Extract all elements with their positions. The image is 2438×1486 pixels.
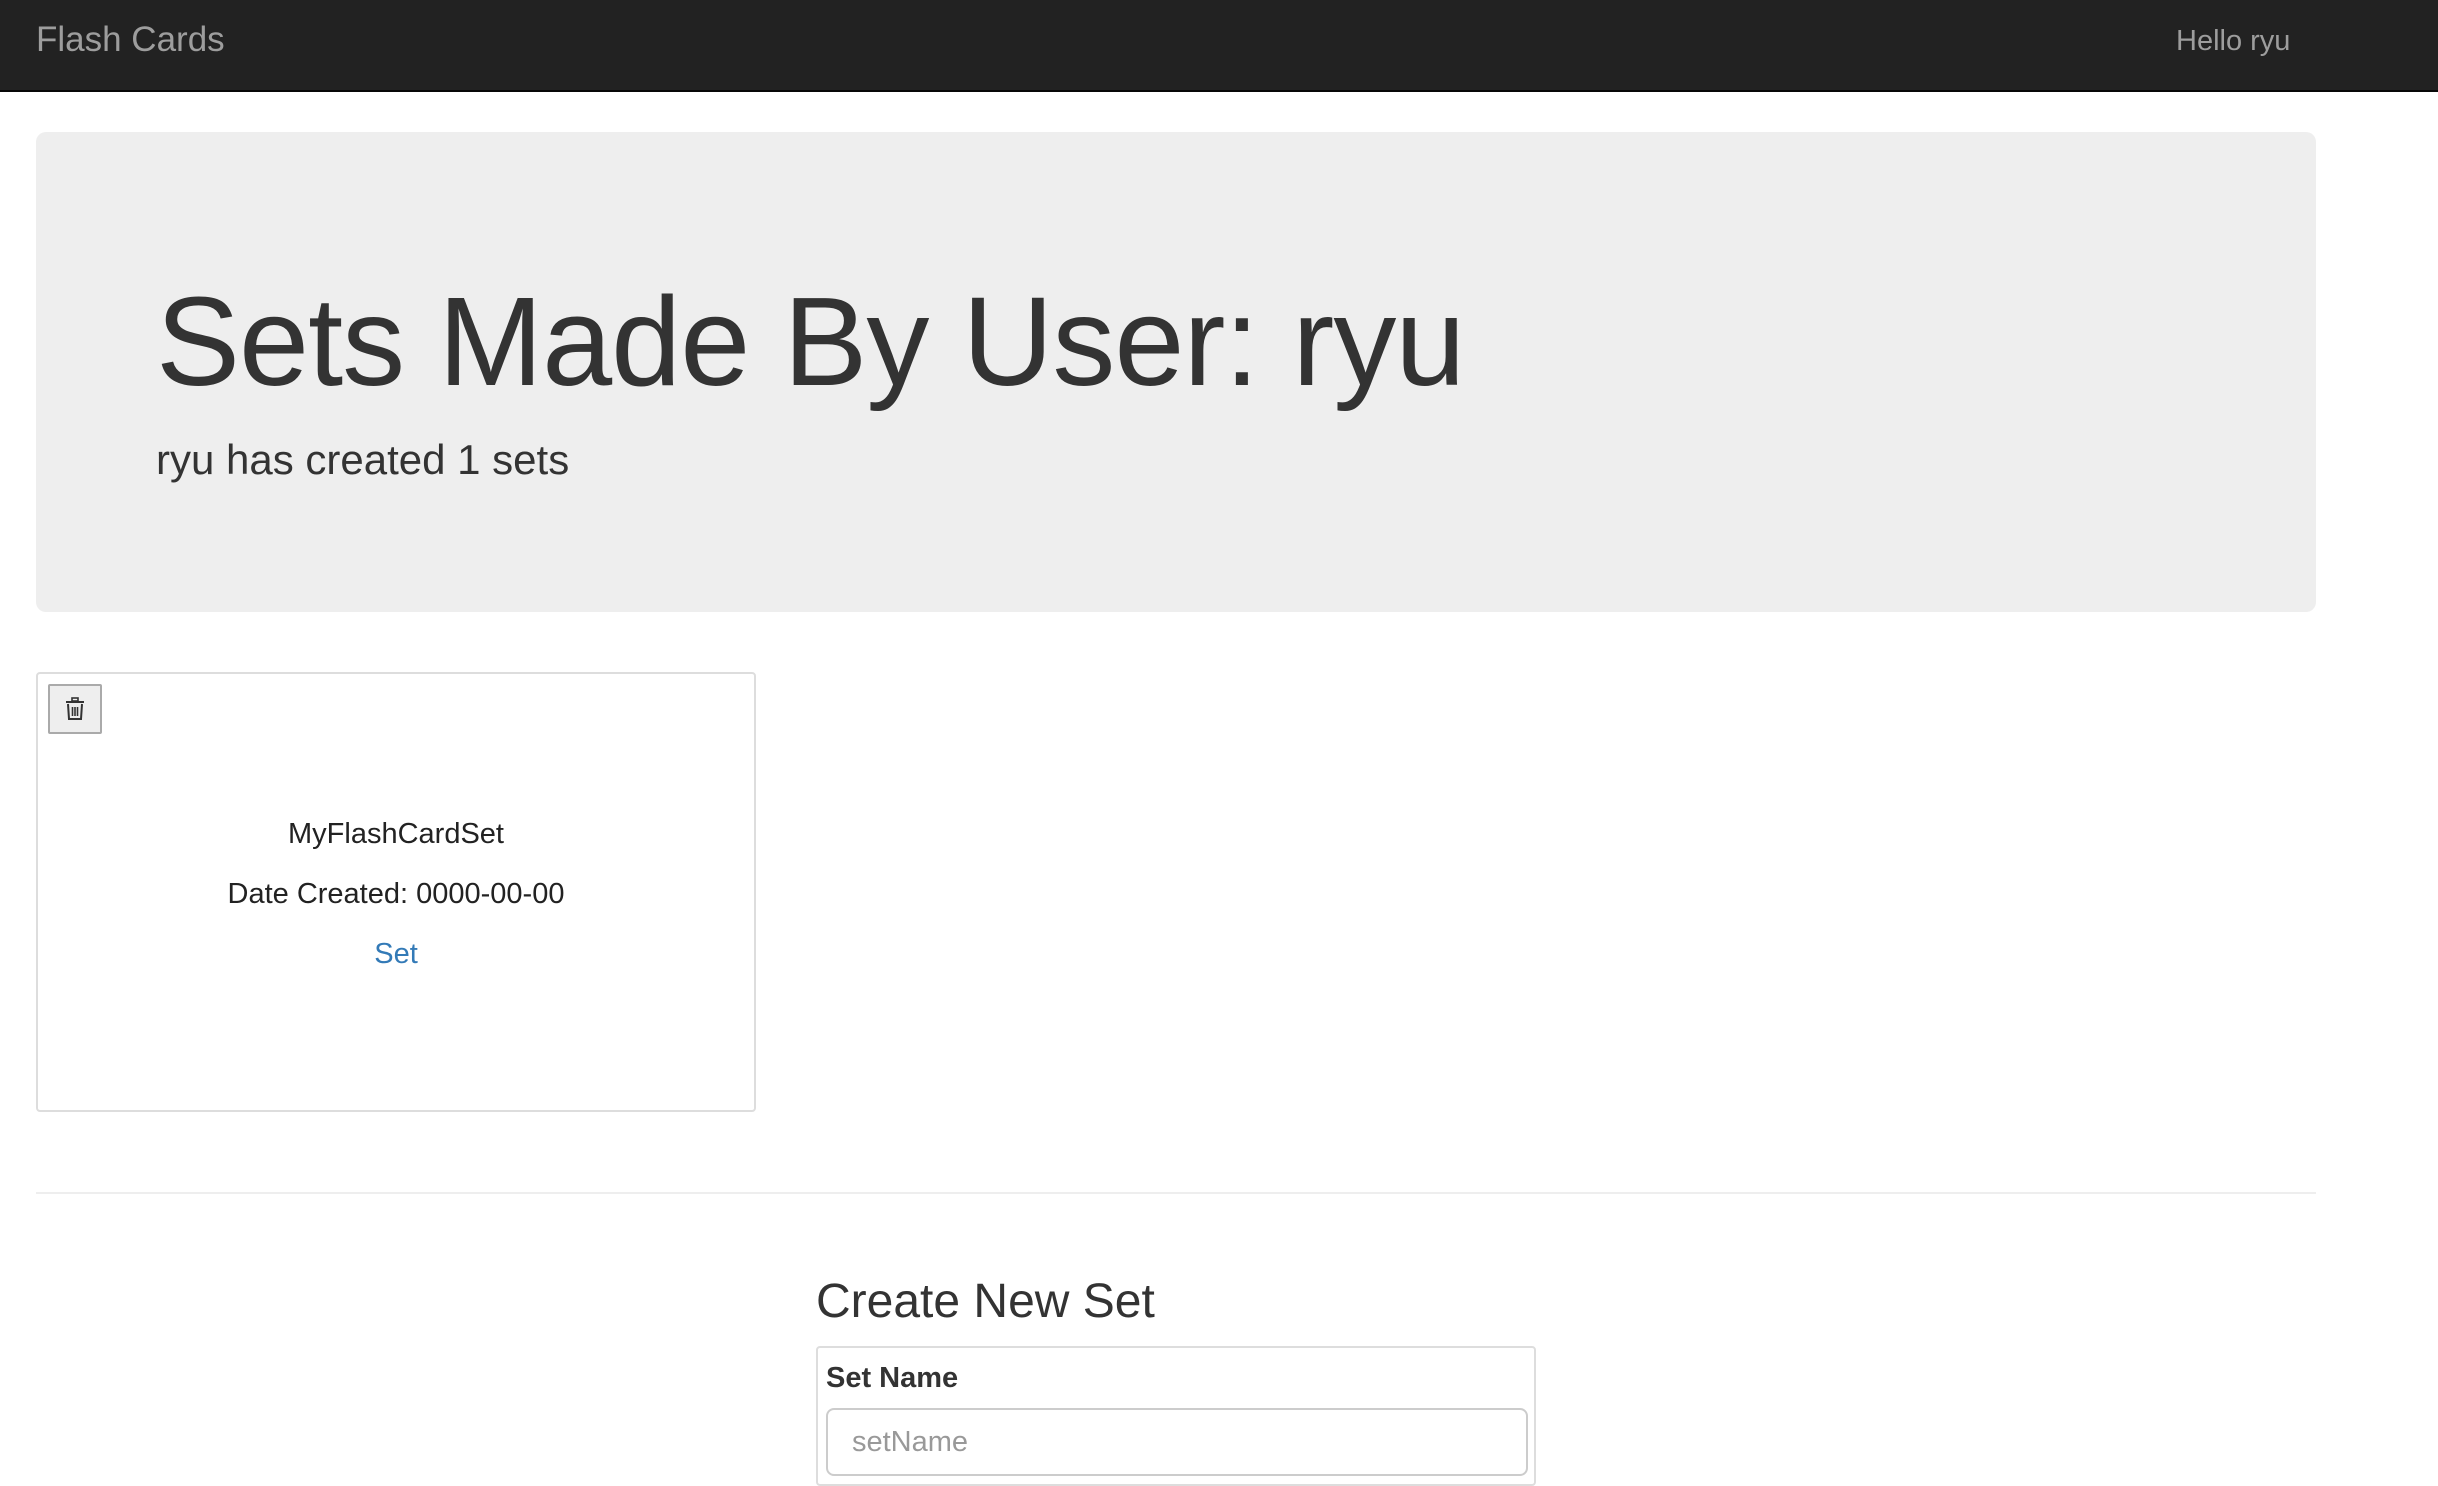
- set-name-input[interactable]: [826, 1408, 1528, 1476]
- open-set-link[interactable]: Set: [374, 938, 418, 970]
- brand-link[interactable]: Flash Cards: [36, 18, 225, 62]
- delete-set-button[interactable]: [48, 684, 102, 734]
- create-set-heading: Create New Set: [816, 1275, 1155, 1328]
- set-card-body: MyFlashCardSet Date Created: 0000-00-00 …: [38, 814, 754, 974]
- set-date-created: Date Created: 0000-00-00: [227, 878, 565, 910]
- set-card: MyFlashCardSet Date Created: 0000-00-00 …: [36, 672, 756, 1112]
- page-title: Sets Made By User: ryu: [156, 271, 1465, 412]
- user-greeting[interactable]: Hello ryu: [2176, 21, 2290, 61]
- section-divider: [36, 1192, 2316, 1194]
- create-set-form: Set Name: [816, 1346, 1536, 1486]
- set-name: MyFlashCardSet: [288, 818, 504, 850]
- page-header-jumbotron: Sets Made By User: ryu ryu has created 1…: [36, 132, 2316, 612]
- sets-count-subtitle: ryu has created 1 sets: [156, 436, 570, 483]
- trash-icon: [66, 697, 84, 720]
- set-name-label: Set Name: [826, 1362, 959, 1394]
- top-navbar: Flash Cards Hello ryu: [0, 0, 2438, 92]
